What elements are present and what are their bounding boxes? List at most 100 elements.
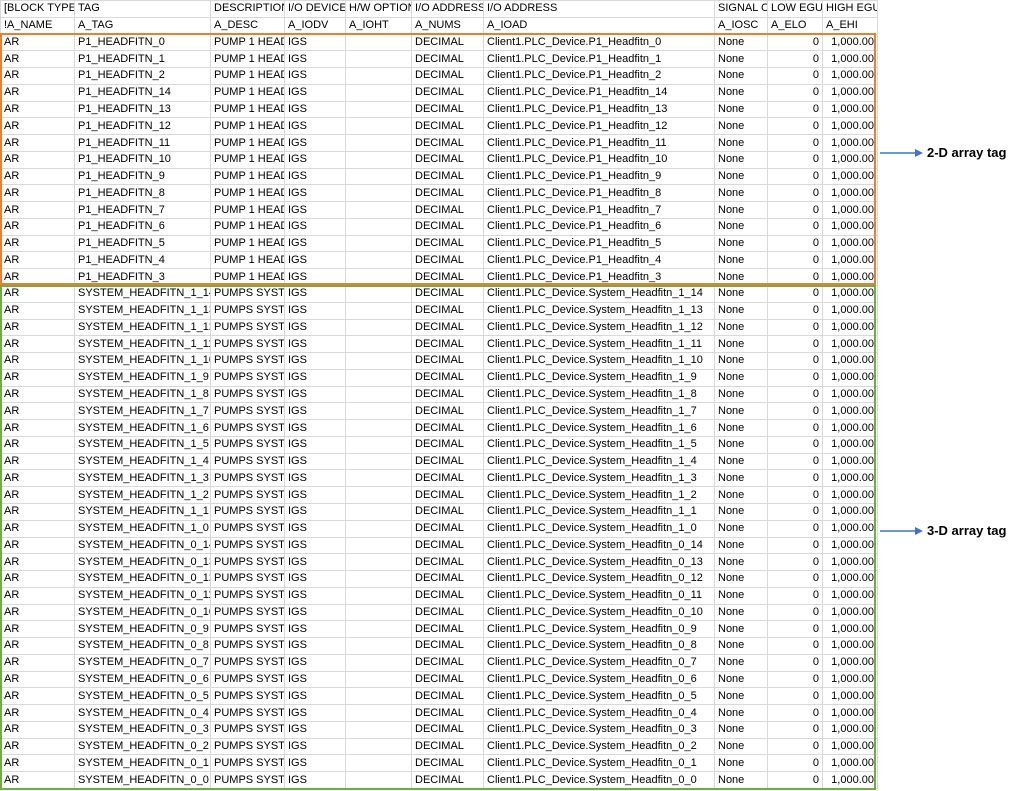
cell-signal-cond[interactable]: None bbox=[714, 586, 768, 605]
cell-io-address[interactable]: Client1.PLC_Device.System_Headfitn_1_14 bbox=[483, 285, 715, 303]
cell-signal-cond[interactable]: A_IOSC bbox=[714, 16, 768, 35]
cell-high-egu[interactable]: 1,000.00 bbox=[822, 234, 878, 253]
cell-low-egu[interactable]: 0 bbox=[767, 83, 823, 102]
table-row[interactable]: AR P1_HEADFITN_9 PUMP 1 HEAD IGS DECIMAL Clie… bbox=[0, 167, 878, 186]
cell-block-type[interactable]: AR bbox=[0, 536, 75, 555]
cell-io-address[interactable]: Client1.PLC_Device.P1_Headfitn_14 bbox=[483, 83, 715, 102]
cell-signal-cond[interactable]: None bbox=[714, 184, 768, 203]
cell-tag[interactable]: SYSTEM_HEADFITN_0_10 bbox=[74, 603, 211, 622]
cell-low-egu[interactable]: 0 bbox=[767, 50, 823, 69]
cell-hw-option[interactable] bbox=[345, 519, 412, 538]
cell-high-egu[interactable]: 1,000.00 bbox=[822, 486, 878, 504]
cell-hw-option[interactable] bbox=[345, 553, 412, 572]
cell-io-address[interactable]: Client1.PLC_Device.System_Headfitn_1_4 bbox=[483, 452, 715, 471]
cell-io-address-num[interactable]: DECIMAL bbox=[411, 771, 484, 789]
cell-low-egu[interactable]: 0 bbox=[767, 368, 823, 387]
cell-io-address[interactable]: Client1.PLC_Device.System_Headfitn_0_8 bbox=[483, 637, 715, 655]
cell-io-device[interactable]: IGS bbox=[284, 771, 346, 789]
cell-signal-cond[interactable]: None bbox=[714, 402, 768, 421]
cell-io-device[interactable]: IGS bbox=[284, 134, 346, 152]
cell-low-egu[interactable]: 0 bbox=[767, 268, 823, 287]
table-row[interactable]: AR SYSTEM_HEADFITN_0_4 PUMPS SYSTE IGS DECIM… bbox=[0, 704, 878, 722]
cell-io-device[interactable]: IGS bbox=[284, 50, 346, 69]
cell-hw-option[interactable] bbox=[345, 184, 412, 203]
cell-tag[interactable]: SYSTEM_HEADFITN_0_4 bbox=[74, 704, 211, 722]
cell-high-egu[interactable]: 1,000.00 bbox=[822, 586, 878, 605]
cell-high-egu[interactable]: 1,000.00 bbox=[822, 620, 878, 639]
table-row[interactable]: AR P1_HEADFITN_7 PUMP 1 HEAD IGS DECIMAL Clie… bbox=[0, 201, 878, 219]
cell-signal-cond[interactable]: None bbox=[714, 653, 768, 672]
cell-tag[interactable]: P1_HEADFITN_11 bbox=[74, 134, 211, 152]
cell-low-egu[interactable]: 0 bbox=[767, 570, 823, 588]
cell-io-address-num[interactable]: DECIMAL bbox=[411, 737, 484, 756]
cell-high-egu[interactable]: 1,000.00 bbox=[822, 285, 878, 303]
cell-io-address-num[interactable]: DECIMAL bbox=[411, 704, 484, 722]
cell-tag[interactable]: SYSTEM_HEADFITN_1_0 bbox=[74, 519, 211, 538]
cell-high-egu[interactable]: HIGH EGU bbox=[822, 0, 878, 18]
cell-io-address-num[interactable]: DECIMAL bbox=[411, 553, 484, 572]
cell-io-device[interactable]: IGS bbox=[284, 234, 346, 253]
cell-low-egu[interactable]: 0 bbox=[767, 603, 823, 622]
cell-low-egu[interactable]: 0 bbox=[767, 352, 823, 370]
cell-high-egu[interactable]: 1,000.00 bbox=[822, 167, 878, 186]
cell-block-type[interactable]: AR bbox=[0, 553, 75, 572]
cell-hw-option[interactable] bbox=[345, 318, 412, 337]
cell-hw-option[interactable] bbox=[345, 402, 412, 421]
cell-io-device[interactable]: IGS bbox=[284, 217, 346, 236]
cell-tag[interactable]: SYSTEM_HEADFITN_0_14 bbox=[74, 536, 211, 555]
cell-tag[interactable]: SYSTEM_HEADFITN_0_12 bbox=[74, 570, 211, 588]
cell-io-device[interactable]: IGS bbox=[284, 301, 346, 320]
cell-signal-cond[interactable]: None bbox=[714, 536, 768, 555]
cell-signal-cond[interactable]: None bbox=[714, 100, 768, 119]
cell-io-device[interactable]: IGS bbox=[284, 285, 346, 303]
cell-low-egu[interactable]: 0 bbox=[767, 335, 823, 354]
cell-description[interactable]: PUMP 1 HEAD bbox=[210, 251, 285, 270]
header-row-fields[interactable]: !A_NAME A_TAG A_DESC A_IODV A_IOHT A_NUMS A_IO… bbox=[0, 16, 878, 35]
table-row[interactable]: AR SYSTEM_HEADFITN_0_14 PUMPS SYSTE IGS DECI… bbox=[0, 536, 878, 555]
cell-high-egu[interactable]: 1,000.00 bbox=[822, 150, 878, 169]
cell-block-type[interactable]: AR bbox=[0, 586, 75, 605]
cell-signal-cond[interactable]: None bbox=[714, 620, 768, 639]
cell-io-device[interactable]: IGS bbox=[284, 268, 346, 287]
cell-high-egu[interactable]: 1,000.00 bbox=[822, 469, 878, 488]
table-row[interactable]: AR P1_HEADFITN_3 PUMP 1 HEAD IGS DECIMAL Clie… bbox=[0, 268, 878, 287]
cell-block-type[interactable]: AR bbox=[0, 486, 75, 504]
cell-tag[interactable]: SYSTEM_HEADFITN_0_6 bbox=[74, 670, 211, 689]
cell-block-type[interactable]: AR bbox=[0, 50, 75, 69]
cell-tag[interactable]: SYSTEM_HEADFITN_0_9 bbox=[74, 620, 211, 639]
cell-signal-cond[interactable]: None bbox=[714, 335, 768, 354]
cell-low-egu[interactable]: A_ELO bbox=[767, 16, 823, 35]
cell-low-egu[interactable]: 0 bbox=[767, 385, 823, 404]
cell-description[interactable]: PUMP 1 HEAD bbox=[210, 150, 285, 169]
cell-io-address[interactable]: Client1.PLC_Device.P1_Headfitn_13 bbox=[483, 100, 715, 119]
cell-hw-option[interactable] bbox=[345, 335, 412, 354]
cell-io-device[interactable]: IGS bbox=[284, 553, 346, 572]
cell-high-egu[interactable]: 1,000.00 bbox=[822, 519, 878, 538]
table-row[interactable]: AR P1_HEADFITN_1 PUMP 1 HEAD IGS DECIMAL Clie… bbox=[0, 50, 878, 69]
cell-io-address[interactable]: Client1.PLC_Device.P1_Headfitn_5 bbox=[483, 234, 715, 253]
cell-signal-cond[interactable]: None bbox=[714, 419, 768, 437]
cell-hw-option[interactable] bbox=[345, 435, 412, 454]
cell-io-device[interactable]: IGS bbox=[284, 620, 346, 639]
cell-low-egu[interactable]: 0 bbox=[767, 100, 823, 119]
cell-block-type[interactable]: AR bbox=[0, 251, 75, 270]
header-row-labels[interactable]: [BLOCK TYPE TAG DESCRIPTION I/O DEVICE H/W O… bbox=[0, 0, 878, 18]
cell-signal-cond[interactable]: None bbox=[714, 251, 768, 270]
cell-description[interactable]: PUMPS SYSTE bbox=[210, 502, 285, 521]
cell-hw-option[interactable] bbox=[345, 536, 412, 555]
cell-block-type[interactable]: AR bbox=[0, 301, 75, 320]
cell-io-address[interactable]: Client1.PLC_Device.P1_Headfitn_2 bbox=[483, 67, 715, 85]
cell-block-type[interactable]: [BLOCK TYPE bbox=[0, 0, 75, 18]
cell-block-type[interactable]: AR bbox=[0, 469, 75, 488]
cell-low-egu[interactable]: 0 bbox=[767, 586, 823, 605]
cell-block-type[interactable]: AR bbox=[0, 83, 75, 102]
table-row[interactable]: AR P1_HEADFITN_4 PUMP 1 HEAD IGS DECIMAL Clie… bbox=[0, 251, 878, 270]
cell-signal-cond[interactable]: None bbox=[714, 368, 768, 387]
cell-block-type[interactable]: AR bbox=[0, 117, 75, 136]
cell-hw-option[interactable] bbox=[345, 704, 412, 722]
cell-high-egu[interactable]: 1,000.00 bbox=[822, 117, 878, 136]
cell-io-address[interactable]: Client1.PLC_Device.System_Headfitn_0_4 bbox=[483, 704, 715, 722]
cell-description[interactable]: PUMP 1 HEAD bbox=[210, 134, 285, 152]
cell-tag[interactable]: P1_HEADFITN_14 bbox=[74, 83, 211, 102]
cell-description[interactable]: PUMPS SYSTE bbox=[210, 754, 285, 773]
